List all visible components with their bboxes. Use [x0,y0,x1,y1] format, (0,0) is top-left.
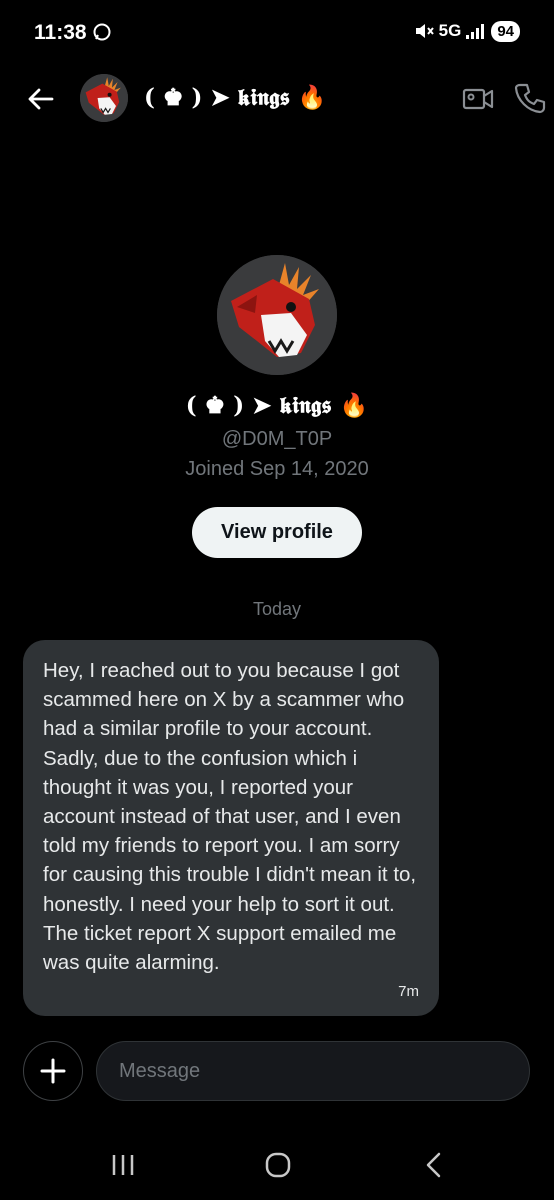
home-button[interactable] [263,1151,293,1179]
recents-button[interactable] [109,1152,137,1178]
video-call-button[interactable] [462,84,494,114]
battery-level: 94 [491,20,520,42]
signal-bars-icon [465,22,485,40]
chevron-left-icon [426,1152,441,1178]
status-time: 11:38 [34,21,87,44]
recents-icon [112,1155,134,1175]
home-icon [265,1152,291,1178]
message-input[interactable] [96,1041,530,1101]
profile-joined-date: Joined Sep 14, 2020 [185,458,369,480]
mute-icon [413,20,435,42]
video-camera-icon [462,88,494,110]
status-bar: 11:38 5G 94 [0,0,554,64]
add-media-button[interactable] [23,1041,83,1101]
chat-bubble-icon [92,22,112,42]
message-bubble[interactable]: Hey, I reached out to you because I got … [23,640,439,1016]
back-button[interactable] [24,82,58,116]
profile-name: ( ♚ ) ➤ 𝖐𝖎𝖓𝖌𝖘 🔥 [185,392,369,419]
conversation-header: ( ♚ ) ➤ 𝖐𝖎𝖓𝖌𝖘 🔥 [0,64,554,132]
voice-call-button[interactable] [514,82,546,114]
message-text: Hey, I reached out to you because I got … [43,659,417,975]
arrow-left-icon [28,88,54,110]
plus-icon [40,1058,66,1084]
profile-handle: @D0M_T0P [221,428,333,450]
system-nav-bar [0,1140,554,1190]
view-profile-button[interactable]: View profile [192,507,362,558]
message-timestamp: 7m [398,983,419,1000]
network-type: 5G [438,21,462,40]
dm-screen: 11:38 5G 94 (♚) ➤ 𝖐𝖎𝖓𝖌𝖘 🔥 (♚) ➤ 𝖐𝖎𝖓𝖌… [0,0,554,1200]
date-divider: Today [252,599,302,619]
profile-avatar[interactable] [217,255,337,375]
status-indicators: 5G 94 [413,20,520,42]
nav-back-button[interactable] [422,1151,444,1179]
avatar[interactable] [80,74,128,122]
red-monster-avatar-icon [217,255,337,375]
conversation-title: ( ♚ ) ➤ 𝖐𝖎𝖓𝖌𝖘 🔥 [144,84,327,111]
red-monster-avatar-icon [80,74,128,122]
phone-icon [514,83,546,114]
